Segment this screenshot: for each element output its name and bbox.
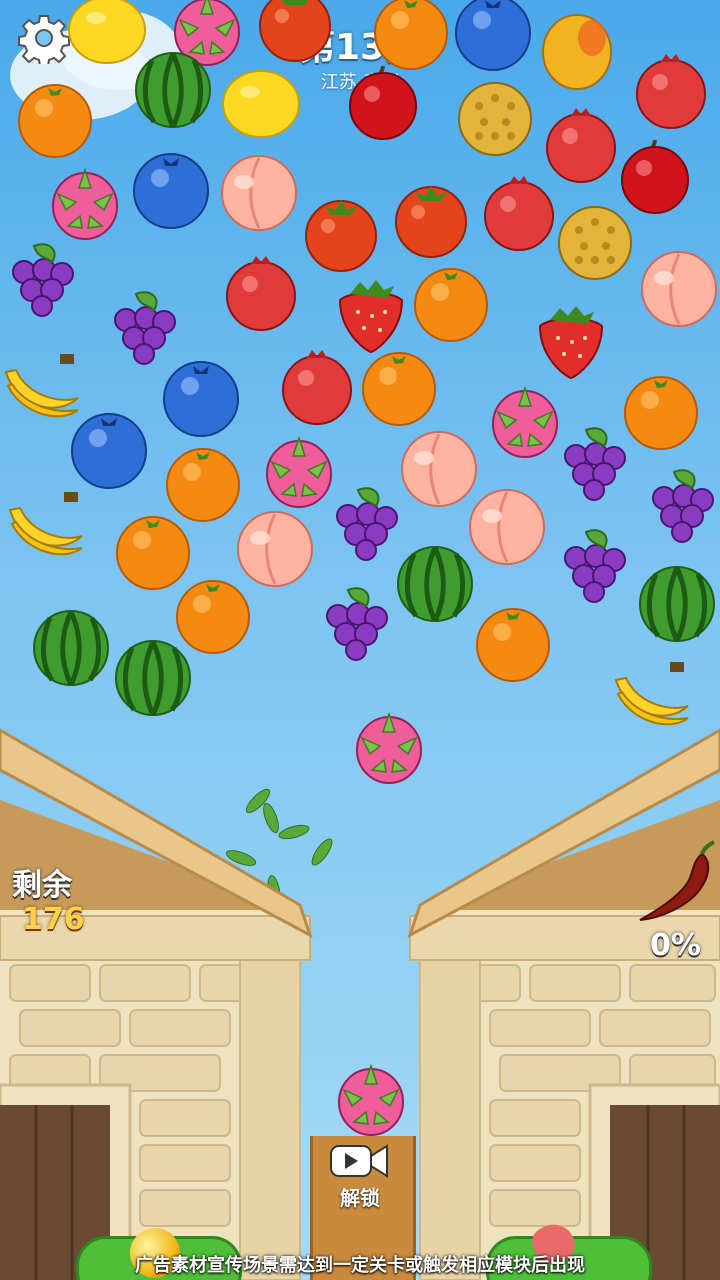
strawberry-icon: [530, 298, 612, 380]
lemon-icon: [220, 62, 302, 144]
watermelon-icon: [112, 636, 194, 718]
tomato-icon: [254, 0, 336, 62]
chili-pepper-icon[interactable]: [632, 840, 716, 924]
pomegranate-icon: [630, 48, 712, 130]
progress-percent: 0%: [650, 928, 701, 963]
grapes-icon: [640, 462, 720, 544]
footer-notice: 广告素材宣传场景需达到一定关卡或触发相应模块后出现: [135, 1255, 585, 1276]
blueberry-icon: [452, 0, 534, 72]
blueberry-icon: [130, 148, 212, 230]
remaining-label: 剩余: [12, 868, 72, 903]
grapes-icon: [102, 284, 184, 366]
peach-icon: [466, 484, 548, 566]
watermelon-icon: [394, 542, 476, 624]
grapes-icon: [552, 420, 634, 502]
orange-icon: [410, 262, 492, 344]
grapes-icon: [0, 236, 82, 318]
durian-icon: [454, 76, 536, 158]
remaining-count: 176: [22, 902, 85, 937]
next-fruit: [330, 1056, 412, 1138]
pomegranate-icon: [478, 170, 560, 252]
unlock-label: 解锁: [340, 1186, 380, 1210]
banana-icon: [4, 486, 86, 568]
tomato-icon: [300, 190, 382, 272]
watermelon-icon: [132, 48, 214, 130]
watermelon-icon: [30, 606, 112, 688]
durian-icon: [554, 200, 636, 282]
mango-icon: [536, 8, 618, 90]
orange-icon: [358, 346, 440, 428]
pomegranate-icon: [220, 250, 302, 332]
grapes-icon: [552, 522, 634, 604]
cherry-icon: [342, 60, 424, 142]
orange-icon: [14, 78, 96, 160]
peach-icon: [638, 246, 720, 328]
game-scene[interactable]: 第13关 江苏-泰兴: [0, 0, 720, 1280]
right-house: [407, 728, 720, 1280]
peach-icon: [218, 150, 300, 232]
orange-icon: [472, 602, 554, 684]
left-house: [0, 728, 313, 1280]
grapes-icon: [314, 580, 396, 662]
dragonfruit-icon: [44, 160, 126, 242]
pomegranate-icon: [276, 344, 358, 426]
blueberry-icon: [160, 356, 242, 438]
tomato-icon: [390, 176, 472, 258]
watermelon-icon: [636, 562, 718, 644]
strawberry-icon: [330, 272, 412, 354]
blueberry-icon: [68, 408, 150, 490]
